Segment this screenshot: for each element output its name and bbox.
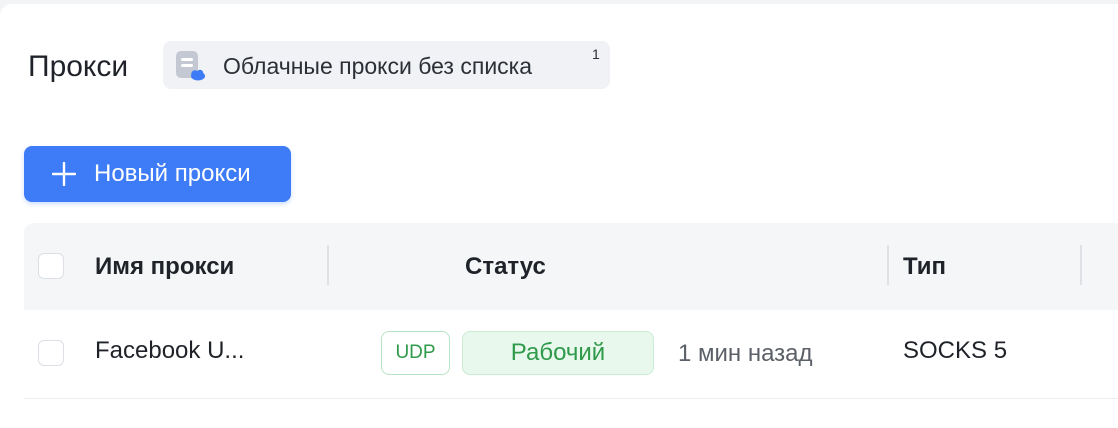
proxy-page-card: Прокси Облачные прокси без списка 1 Новы…: [0, 4, 1118, 428]
proxy-group-count: 1: [592, 46, 600, 62]
proxy-group-label: Облачные прокси без списка: [223, 53, 533, 79]
column-header-type[interactable]: Тип: [903, 253, 946, 281]
table-header: Имя прокси Статус Тип: [24, 223, 1118, 310]
row-checkbox[interactable]: [38, 340, 64, 366]
proxy-type: SOCKS 5: [903, 337, 1008, 364]
table-row[interactable]: Facebook U... UDP Рабочий 1 мин назад SO…: [24, 310, 1118, 399]
protocol-tag: UDP: [381, 331, 450, 375]
plus-icon: [51, 161, 77, 187]
column-header-status[interactable]: Статус: [465, 253, 546, 281]
last-check-time: 1 мин назад: [678, 340, 813, 367]
column-header-name[interactable]: Имя прокси: [95, 253, 234, 281]
new-proxy-button[interactable]: Новый прокси: [24, 146, 291, 202]
new-proxy-button-label: Новый прокси: [94, 160, 251, 187]
status-badge: Рабочий: [462, 331, 654, 375]
page-title: Прокси: [28, 50, 129, 83]
column-resize-handle[interactable]: [327, 245, 329, 285]
proxy-group-chip[interactable]: Облачные прокси без списка 1: [163, 41, 610, 89]
column-resize-handle[interactable]: [887, 245, 889, 285]
cloud-list-icon: [174, 50, 206, 82]
column-resize-handle[interactable]: [1080, 245, 1082, 285]
proxy-name[interactable]: Facebook U...: [95, 337, 244, 365]
select-all-checkbox[interactable]: [38, 253, 64, 279]
